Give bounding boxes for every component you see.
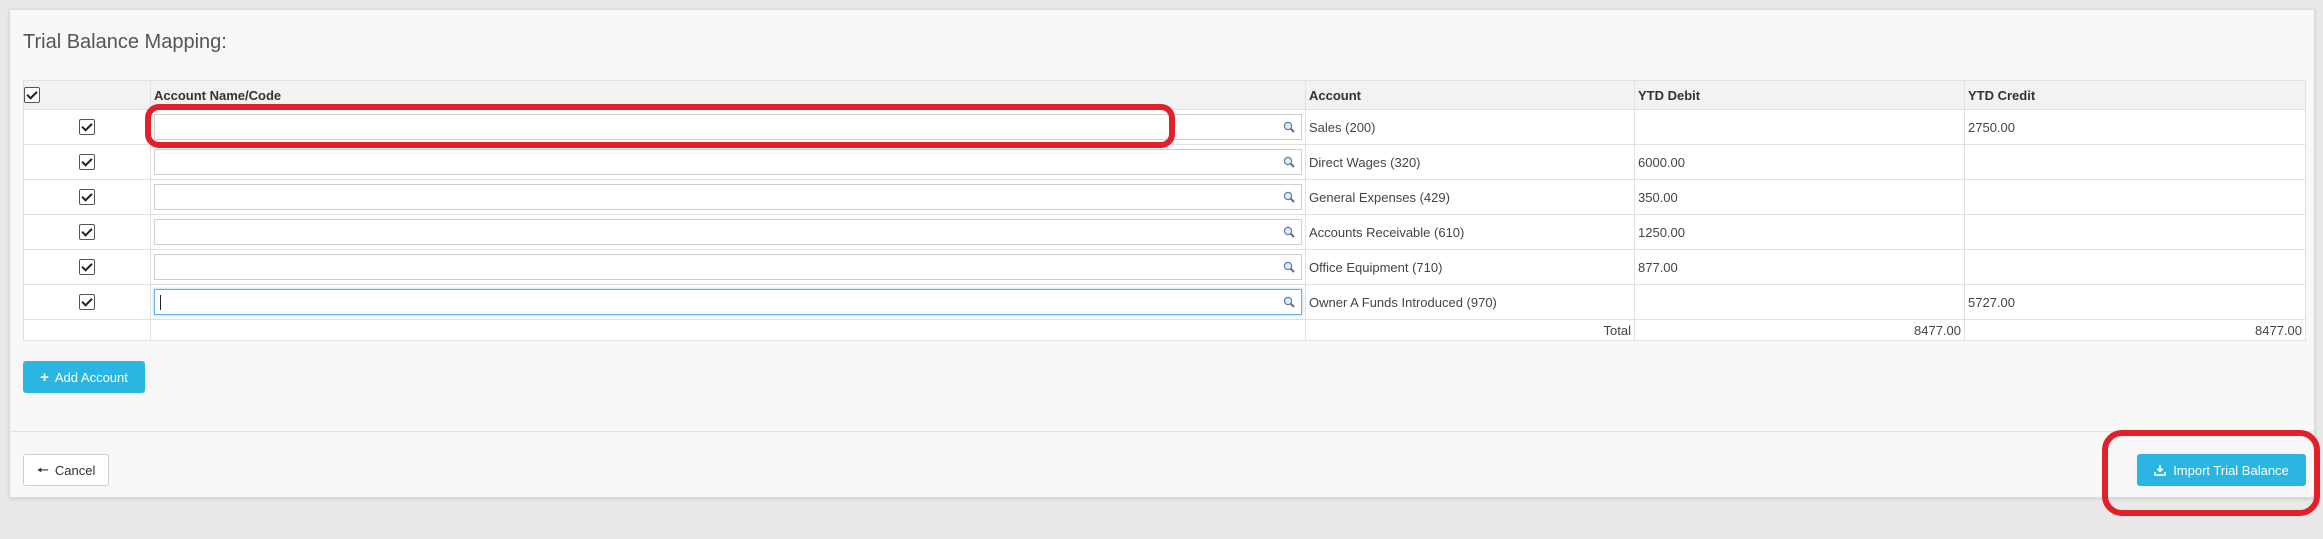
import-trial-balance-label: Import Trial Balance: [2173, 462, 2289, 478]
ytd-debit-cell: 1250.00: [1634, 214, 1965, 250]
account-name-code-input[interactable]: [155, 220, 1277, 244]
header-ytd-debit: YTD Debit: [1634, 80, 1965, 110]
account-name-code-input[interactable]: [155, 255, 1277, 279]
ytd-credit-cell: [1964, 214, 2306, 250]
arrow-left-icon: 🠔: [36, 462, 49, 478]
table-row: General Expenses (429) 350.00: [23, 179, 2306, 215]
mapping-table: Account Name/Code Account YTD Debit YTD …: [23, 80, 2306, 341]
page-title: Trial Balance Mapping:: [23, 31, 227, 53]
account-cell: Direct Wages (320): [1305, 144, 1635, 180]
search-icon[interactable]: [1283, 261, 1295, 273]
select-all-cell: [23, 80, 151, 110]
account-name-code-input[interactable]: [155, 185, 1277, 209]
cancel-button[interactable]: 🠔 Cancel: [23, 454, 109, 486]
add-account-button[interactable]: + Add Account: [23, 361, 145, 393]
account-name-code-field[interactable]: [154, 254, 1302, 280]
search-icon[interactable]: [1283, 226, 1295, 238]
ytd-debit-cell: 877.00: [1634, 249, 1965, 285]
account-name-code-input[interactable]: [155, 290, 1277, 314]
row-checkbox[interactable]: [79, 154, 95, 171]
row-checkbox[interactable]: [79, 119, 95, 136]
ytd-debit-cell: [1634, 284, 1965, 320]
ytd-credit-cell: [1964, 179, 2306, 215]
footer-divider: [10, 431, 2314, 432]
ytd-debit-cell: 6000.00: [1634, 144, 1965, 180]
search-icon[interactable]: [1283, 296, 1295, 308]
ytd-debit-cell: 350.00: [1634, 179, 1965, 215]
select-all-checkbox[interactable]: [24, 87, 40, 104]
row-checkbox[interactable]: [79, 259, 95, 276]
account-name-code-field[interactable]: [154, 149, 1302, 175]
account-name-code-field[interactable]: [154, 114, 1302, 140]
total-label: Total: [1305, 319, 1635, 341]
account-name-code-field[interactable]: [154, 219, 1302, 245]
table-header-row: Account Name/Code Account YTD Debit YTD …: [23, 80, 2306, 110]
cancel-label: Cancel: [54, 462, 96, 478]
search-icon[interactable]: [1283, 191, 1295, 203]
header-account-name-code: Account Name/Code: [150, 80, 1306, 110]
ytd-credit-cell: [1964, 144, 2306, 180]
row-checkbox[interactable]: [79, 224, 95, 241]
account-cell: Sales (200): [1305, 109, 1635, 145]
account-name-code-field[interactable]: [154, 184, 1302, 210]
add-account-label: Add Account: [54, 369, 128, 385]
account-name-code-field-focused[interactable]: [154, 289, 1302, 315]
ytd-credit-cell: [1964, 249, 2306, 285]
header-ytd-credit: YTD Credit: [1964, 80, 2306, 110]
account-name-code-input[interactable]: [155, 115, 1277, 139]
ytd-credit-cell: 5727.00: [1964, 284, 2306, 320]
account-cell: Accounts Receivable (610): [1305, 214, 1635, 250]
table-row: Office Equipment (710) 877.00: [23, 249, 2306, 285]
search-icon[interactable]: [1283, 121, 1295, 133]
account-cell: General Expenses (429): [1305, 179, 1635, 215]
table-row: Owner A Funds Introduced (970) 5727.00: [23, 284, 2306, 320]
text-caret: [160, 295, 161, 310]
download-icon: [2154, 465, 2166, 476]
trial-balance-panel: Trial Balance Mapping: Account Name/Code…: [9, 9, 2315, 498]
ytd-debit-cell: [1634, 109, 1965, 145]
total-ytd-debit: 8477.00: [1634, 319, 1965, 341]
account-name-code-input[interactable]: [155, 150, 1277, 174]
table-row: Direct Wages (320) 6000.00: [23, 144, 2306, 180]
plus-icon: +: [40, 368, 49, 386]
ytd-credit-cell: 2750.00: [1964, 109, 2306, 145]
total-ytd-credit: 8477.00: [1964, 319, 2306, 341]
import-trial-balance-button[interactable]: Import Trial Balance: [2137, 454, 2306, 486]
account-cell: Owner A Funds Introduced (970): [1305, 284, 1635, 320]
search-icon[interactable]: [1283, 156, 1295, 168]
row-checkbox[interactable]: [79, 189, 95, 206]
header-account: Account: [1305, 80, 1635, 110]
row-checkbox[interactable]: [79, 294, 95, 311]
account-cell: Office Equipment (710): [1305, 249, 1635, 285]
table-row: Sales (200) 2750.00: [23, 109, 2306, 145]
total-row: Total 8477.00 8477.00: [23, 319, 2306, 341]
table-row: Accounts Receivable (610) 1250.00: [23, 214, 2306, 250]
